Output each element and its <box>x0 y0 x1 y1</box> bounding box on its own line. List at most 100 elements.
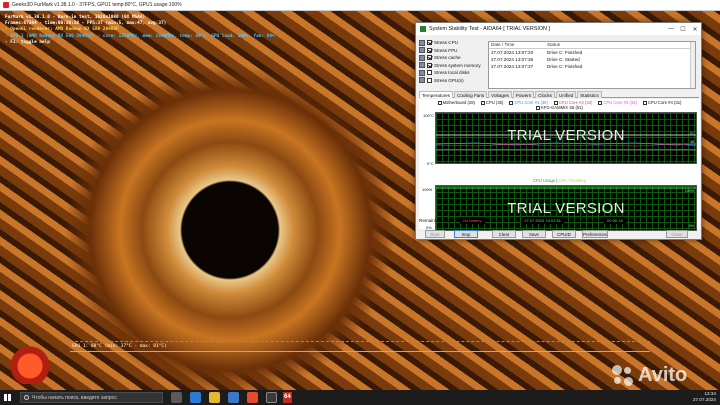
file-explorer-icon[interactable] <box>209 392 220 403</box>
aida64-taskbar-icon[interactable]: 64 <box>283 392 292 403</box>
stress-option-row[interactable]: Stress local disks <box>419 69 485 77</box>
test-started-label: Test Started: <box>493 217 520 223</box>
taskbar-search-box[interactable]: Чтобы начать поиск, введите запрос <box>20 392 163 403</box>
log-row[interactable]: 27.07.2024 13:07:36 Drive C: Started <box>489 56 695 63</box>
legend-item[interactable]: KFG-GAMMIX S5 (51) <box>536 105 583 110</box>
aida64-titlebar[interactable]: System Stability Test - AIDA64 [ TRIAL V… <box>416 23 701 35</box>
tab-powers[interactable]: Powers <box>512 91 535 98</box>
stress-option-row[interactable]: Stress CPU <box>419 39 485 47</box>
stress-checkbox[interactable] <box>427 47 432 53</box>
clock-date: 27.07.2024 <box>693 397 716 402</box>
log-col-date: Date / Time <box>491 42 515 47</box>
legend-checkbox[interactable] <box>598 100 603 105</box>
stress-checkbox[interactable] <box>427 77 432 83</box>
legend-label: CPU Core #3 (34) <box>603 100 637 105</box>
tab-statistics[interactable]: Statistics <box>577 91 602 98</box>
maximize-icon[interactable]: ☐ <box>677 26 689 33</box>
legend-item[interactable]: CPU Core #4 (31) <box>642 100 682 105</box>
usage-title-cpu: CPU Usage <box>533 178 556 183</box>
trial-watermark-temp: TRIAL VERSION <box>507 127 625 144</box>
avito-dots-icon <box>612 364 634 387</box>
usage-graph-title: CPU Usage | CPU Throttling <box>419 178 700 183</box>
temperature-legend: Motherboard (28) CPU (35) CPU Core #1 (36)… <box>419 99 700 111</box>
search-placeholder: Чтобы начать поиск, введите запрос <box>32 394 117 401</box>
furmark-graph-label: GPU 1: 80°C (min: 37°C - max: 81°C) <box>72 344 167 349</box>
temp-y-bottom: 0°C <box>427 161 434 166</box>
legend-checkbox[interactable] <box>553 100 558 105</box>
stress-option-row[interactable]: Stress cache <box>419 54 485 62</box>
furmark-titlebar[interactable]: Geeks3D FurMark v1.38.1.0 - 37FPS, GPU1 … <box>0 0 720 11</box>
stress-option-label: Stress cache <box>434 55 461 61</box>
legend-checkbox[interactable] <box>437 100 442 105</box>
legend-item[interactable]: CPU Core #3 (34) <box>598 100 637 105</box>
elapsed-time-label: Elapsed Time: <box>573 217 603 223</box>
log-col-status: Status <box>547 42 561 47</box>
legend-label: KFG-GAMMIX S5 (51) <box>541 105 583 110</box>
windows-taskbar: Чтобы начать поиск, введите запрос 64 13… <box>0 390 720 405</box>
avito-watermark-text: Avito <box>638 364 688 386</box>
start-button[interactable] <box>0 390 14 405</box>
log-status: Drive C: Finished <box>547 64 583 69</box>
stress-option-row[interactable]: Stress FPU <box>419 47 485 55</box>
log-date: 27.07.2024 13:07:20 <box>491 50 534 55</box>
preferences-button[interactable]: Preferences <box>582 230 608 238</box>
stress-option-label: Stress FPU <box>434 47 458 53</box>
stress-checkbox[interactable] <box>427 70 432 76</box>
stress-option-label: Stress CPU <box>434 40 458 46</box>
stress-option-label: Stress GPU(s) <box>434 77 464 83</box>
legend-item[interactable]: CPU (35) <box>480 100 503 105</box>
clear-button[interactable]: Clear <box>492 230 516 238</box>
stress-component-icon <box>419 39 425 46</box>
stress-option-row[interactable]: Stress GPU(s) <box>419 77 485 85</box>
log-status: Drive C: Finished <box>547 50 583 55</box>
legend-checkbox[interactable] <box>642 100 647 105</box>
stress-component-icon <box>419 47 425 54</box>
legend-checkbox[interactable] <box>480 100 485 105</box>
tab-cooling-fans[interactable]: Cooling Fans <box>454 91 488 98</box>
tab-clocks[interactable]: Clocks <box>535 91 555 98</box>
usage-title-sep: | <box>556 178 558 183</box>
edge-browser-icon[interactable] <box>190 392 201 403</box>
stress-checkbox[interactable] <box>427 40 432 46</box>
stress-component-icon <box>419 54 425 61</box>
tab-voltages[interactable]: Voltages <box>488 91 512 98</box>
app-taskbar-icon[interactable] <box>266 392 277 403</box>
legend-item[interactable]: Motherboard (28) <box>437 100 475 105</box>
aida64-stability-window: System Stability Test - AIDA64 [ TRIAL V… <box>415 22 702 240</box>
legend-checkbox[interactable] <box>536 105 541 110</box>
log-row[interactable]: 27.07.2024 13:07:37 Drive C: Finished <box>489 63 695 70</box>
stop-button[interactable]: Stop <box>454 230 478 238</box>
graph-panel: Motherboard (28) CPU (35) CPU Core #1 (36)… <box>419 99 700 231</box>
tab-temperatures[interactable]: Temperatures <box>419 91 454 98</box>
furmark-taskbar-icon[interactable] <box>247 392 258 403</box>
temp-y-top: 100°C <box>423 113 435 118</box>
stress-checkbox[interactable] <box>427 55 432 61</box>
tab-unified[interactable]: Unified <box>555 91 577 98</box>
stress-checkbox[interactable] <box>427 62 432 68</box>
aida64-window-title: System Stability Test - AIDA64 [ TRIAL V… <box>429 26 550 32</box>
minimize-icon[interactable]: — <box>665 26 677 32</box>
windows-logo-icon <box>3 394 11 401</box>
usage-right-top: 100% <box>684 189 694 193</box>
system-clock[interactable]: 13:34 27.07.2024 <box>693 391 716 403</box>
save-button[interactable]: Save <box>522 230 546 238</box>
legend-label: CPU Core #4 (31) <box>647 100 682 105</box>
close-icon[interactable]: ✕ <box>689 26 701 33</box>
stress-option-label: Stress local disks <box>434 70 470 76</box>
log-status: Drive C: Started <box>547 57 580 62</box>
legend-checkbox[interactable] <box>509 100 514 105</box>
stress-option-row[interactable]: Stress system memory <box>419 62 485 70</box>
task-view-icon[interactable] <box>171 392 182 403</box>
furmark-stats-overlay: FurMark v1.38.1.0 - Burn-in test, 1920x1… <box>5 15 275 46</box>
log-row[interactable]: 27.07.2024 13:07:20 Drive C: Finished <box>489 49 695 56</box>
furmark-logo-icon <box>6 344 54 384</box>
cpuid-button[interactable]: CPUID <box>552 230 576 238</box>
action-buttons: Start Stop Clear Save CPUID Preferences … <box>419 230 700 239</box>
log-date: 27.07.2024 13:07:36 <box>491 57 534 62</box>
trial-watermark-usage: TRIAL VERSION <box>507 200 625 217</box>
log-scrollbar[interactable] <box>690 42 695 88</box>
start-button[interactable]: Start <box>425 230 445 238</box>
close-button[interactable]: Close <box>666 230 688 238</box>
legend-label: Motherboard (28) <box>442 100 475 105</box>
store-icon[interactable] <box>228 392 239 403</box>
